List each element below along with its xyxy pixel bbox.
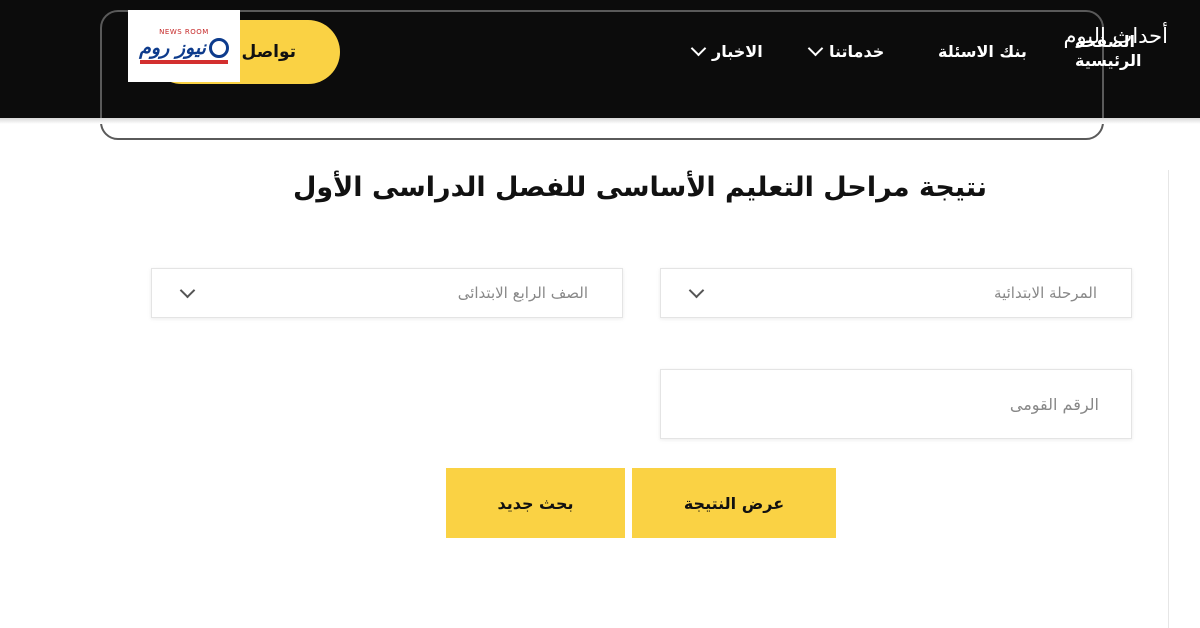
grade-select-value: الصف الرابع الابتدائى: [457, 284, 588, 302]
show-result-button[interactable]: عرض النتيجة: [632, 468, 836, 538]
chevron-down-icon: [807, 40, 824, 57]
logo-wordmark: نيوز روم: [139, 37, 206, 59]
site-logo[interactable]: NEWS ROOM نيوز روم: [128, 10, 240, 82]
page-title: نتيجة مراحل التعليم الأساسى للفصل الدراس…: [292, 172, 988, 203]
show-result-button-label: عرض النتيجة: [683, 493, 785, 513]
microphone-icon: [208, 38, 229, 58]
stage-select-value: المرحلة الابتدائية: [994, 284, 1097, 302]
watermark: أحداث اليوم: [1063, 24, 1168, 48]
chevron-down-icon: [179, 282, 196, 299]
nav-item-news-label: الاخبار: [712, 41, 763, 61]
contact-button-label: تواصل: [241, 42, 296, 62]
logo-tagline: NEWS ROOM: [159, 28, 209, 36]
nav-item-question-bank[interactable]: بنك الاسئلة: [938, 36, 1027, 66]
chevron-down-icon: [690, 40, 707, 57]
nav-item-question-bank-label: بنك الاسئلة: [938, 41, 1027, 61]
nav-item-news[interactable]: الاخبار: [690, 36, 763, 66]
new-search-button[interactable]: بحث جديد: [446, 468, 625, 538]
header-divider: [0, 118, 1200, 124]
logo-underline: [140, 60, 228, 64]
nav-item-services-label: خدماتنا: [829, 41, 885, 61]
new-search-button-label: بحث جديد: [497, 493, 574, 513]
stage-select[interactable]: المرحلة الابتدائية: [660, 268, 1132, 318]
sidebar-divider: [1168, 170, 1169, 628]
chevron-down-icon: [688, 282, 705, 299]
logo-mark: نيوز روم: [139, 37, 229, 59]
grade-select[interactable]: الصف الرابع الابتدائى: [151, 268, 623, 318]
national-id-input[interactable]: [660, 369, 1132, 439]
nav-item-services[interactable]: خدماتنا: [807, 36, 885, 66]
